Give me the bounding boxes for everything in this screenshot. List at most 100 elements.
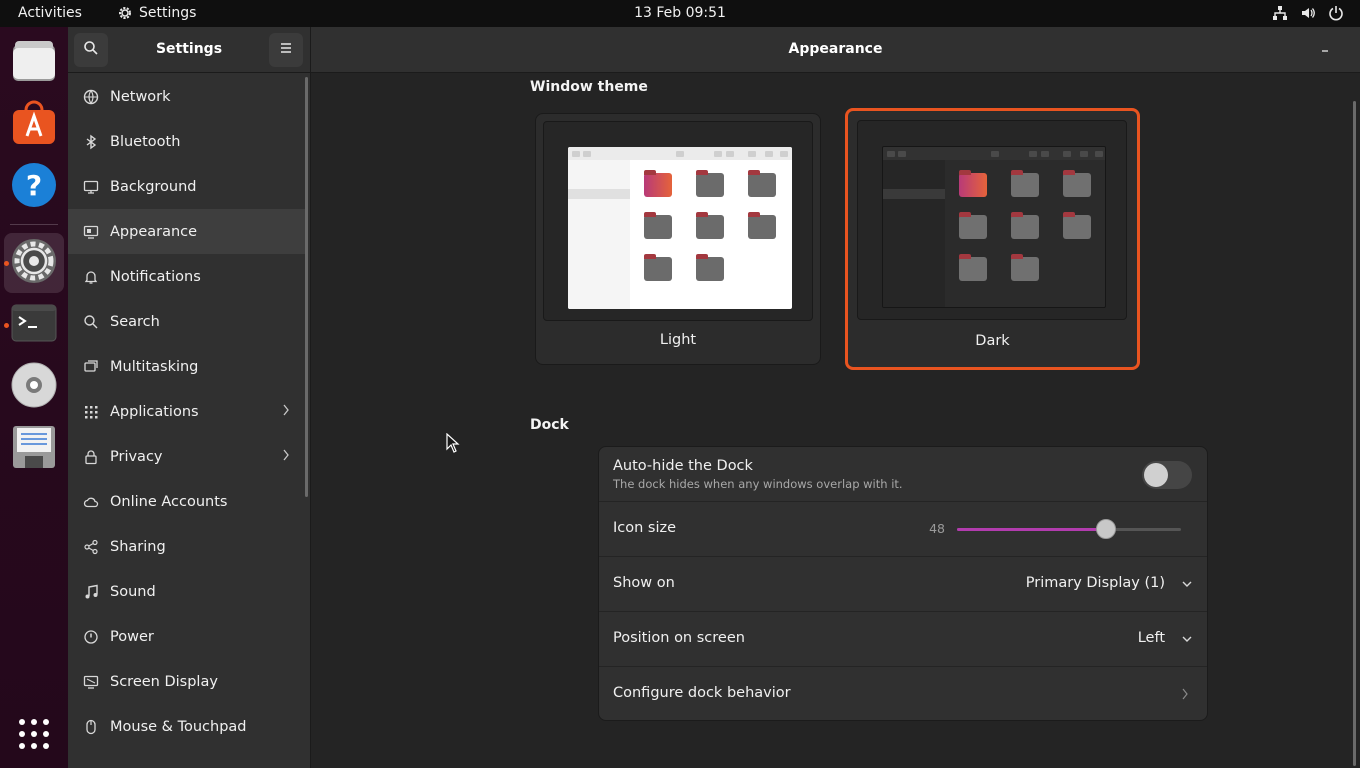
app-center-icon	[11, 100, 57, 150]
sidebar-item-label: Applications	[110, 403, 199, 420]
app-grid-icon	[18, 718, 50, 754]
configure-dock-title: Configure dock behavior	[613, 685, 791, 701]
dock-disc[interactable]	[4, 357, 64, 417]
search-icon	[82, 313, 100, 331]
sidebar-item-label: Online Accounts	[110, 493, 228, 510]
sidebar-item-label: Search	[110, 313, 160, 330]
position-dropdown[interactable]: Left	[1138, 630, 1165, 646]
lock-icon	[82, 448, 100, 466]
configure-dock-row[interactable]: Configure dock behavior	[599, 667, 1207, 720]
dock-help[interactable]: ?	[4, 157, 64, 217]
hamburger-icon	[279, 42, 293, 58]
icon-size-slider[interactable]	[957, 519, 1181, 539]
save-disk-icon	[11, 424, 57, 474]
show-on-dropdown[interactable]: Primary Display (1)	[1026, 575, 1165, 591]
sidebar-item-label: Notifications	[110, 268, 201, 285]
theme-option-light[interactable]: Light	[535, 113, 821, 365]
dock-app-center[interactable]	[4, 95, 64, 155]
sidebar-item-label: Power	[110, 628, 154, 645]
sidebar-item-label: Privacy	[110, 448, 163, 465]
position-title: Position on screen	[613, 630, 745, 646]
chevron-down-icon	[1181, 633, 1193, 649]
music-note-icon	[82, 583, 100, 601]
dark-window-thumbnail	[882, 146, 1106, 308]
sidebar-item-online-accounts[interactable]: Online Accounts	[68, 479, 306, 524]
sidebar-item-label: Mouse & Touchpad	[110, 718, 247, 735]
sidebar-item-multitasking[interactable]: Multitasking	[68, 344, 306, 389]
sidebar-item-label: Network	[110, 88, 171, 105]
sidebar-item-background[interactable]: Background	[68, 164, 306, 209]
appearance-panel: Window theme Light Dark Dock Auto-hide t…	[311, 73, 1360, 768]
files-icon	[11, 39, 57, 87]
dock-terminal[interactable]	[4, 295, 64, 355]
settings-gear-icon	[10, 237, 58, 289]
sidebar-item-search[interactable]: Search	[68, 299, 306, 344]
dock-floppy[interactable]	[4, 419, 64, 479]
theme-option-dark[interactable]: Dark	[845, 108, 1140, 370]
sidebar-item-sound[interactable]: Sound	[68, 569, 306, 614]
mouse-pointer-icon	[446, 432, 460, 457]
main-menu-button[interactable]	[269, 33, 303, 67]
sidebar-item-network[interactable]: Network	[68, 74, 306, 119]
mouse-icon	[82, 718, 100, 736]
autohide-row[interactable]: Auto-hide the Dock The dock hides when a…	[599, 447, 1207, 502]
sidebar-item-label: Appearance	[110, 223, 198, 240]
background-icon	[82, 178, 100, 196]
autohide-subtitle: The dock hides when any windows overlap …	[613, 477, 903, 491]
sidebar-item-label: Sound	[110, 583, 156, 600]
sidebar-item-sharing[interactable]: Sharing	[68, 524, 306, 569]
content-scrollbar[interactable]	[1353, 101, 1356, 766]
running-indicator	[4, 323, 9, 328]
bell-icon	[82, 268, 100, 286]
slider-handle[interactable]	[1096, 519, 1116, 539]
system-tray[interactable]	[1272, 5, 1344, 21]
volume-icon[interactable]	[1300, 5, 1316, 21]
sidebar-item-power[interactable]: Power	[68, 614, 306, 659]
chevron-right-icon	[1181, 687, 1189, 705]
dock-files[interactable]	[4, 33, 64, 93]
chevron-down-icon	[1181, 578, 1193, 594]
autohide-toggle[interactable]	[1142, 461, 1192, 489]
sidebar-scrollbar[interactable]	[305, 77, 308, 497]
position-row[interactable]: Position on screen Left	[599, 612, 1207, 667]
top-bar: Activities Settings 13 Feb 09:51	[0, 0, 1360, 27]
svg-text:?: ?	[26, 169, 42, 202]
icon-size-value: 48	[929, 521, 945, 536]
minimize-button[interactable]	[1314, 39, 1336, 61]
main-header: Appearance	[311, 27, 1360, 73]
power-menu-icon[interactable]	[1328, 5, 1344, 21]
multitasking-icon	[82, 358, 100, 376]
sidebar-item-mouse-touchpad[interactable]: Mouse & Touchpad	[68, 704, 306, 749]
dock-settings[interactable]	[4, 233, 64, 293]
sidebar-item-privacy[interactable]: Privacy	[68, 434, 306, 479]
dock: ?	[0, 27, 68, 768]
dark-theme-preview	[857, 120, 1127, 320]
sidebar-item-appearance[interactable]: Appearance	[68, 209, 306, 254]
sidebar-item-bluetooth[interactable]: Bluetooth	[68, 119, 306, 164]
appearance-icon	[82, 223, 100, 241]
sidebar-item-label: Bluetooth	[110, 133, 181, 150]
clock[interactable]: 13 Feb 09:51	[0, 5, 1360, 21]
sidebar-item-screen-display[interactable]: Screen Display	[68, 659, 306, 704]
light-window-thumbnail	[568, 147, 792, 309]
dock-settings-list: Auto-hide the Dock The dock hides when a…	[598, 446, 1208, 721]
sidebar-item-label: Sharing	[110, 538, 166, 555]
network-wired-icon[interactable]	[1272, 5, 1288, 21]
help-icon: ?	[10, 161, 58, 213]
applications-icon	[82, 403, 100, 421]
show-on-row[interactable]: Show on Primary Display (1)	[599, 557, 1207, 612]
dock-heading: Dock	[530, 417, 569, 433]
sidebar: Network Bluetooth Background Appearance …	[68, 73, 311, 768]
network-icon	[82, 88, 100, 106]
bluetooth-icon	[82, 133, 100, 151]
sidebar-header: Settings	[68, 27, 311, 73]
dock-show-apps[interactable]	[4, 706, 64, 766]
icon-size-row: Icon size 48	[599, 502, 1207, 557]
autohide-title: Auto-hide the Dock	[613, 458, 753, 474]
window-theme-heading: Window theme	[530, 79, 648, 95]
terminal-icon	[11, 303, 57, 347]
settings-window: Settings Appearance Network Bluetooth Ba…	[68, 27, 1360, 768]
sidebar-item-notifications[interactable]: Notifications	[68, 254, 306, 299]
sidebar-item-applications[interactable]: Applications	[68, 389, 306, 434]
icon-size-title: Icon size	[613, 520, 677, 536]
